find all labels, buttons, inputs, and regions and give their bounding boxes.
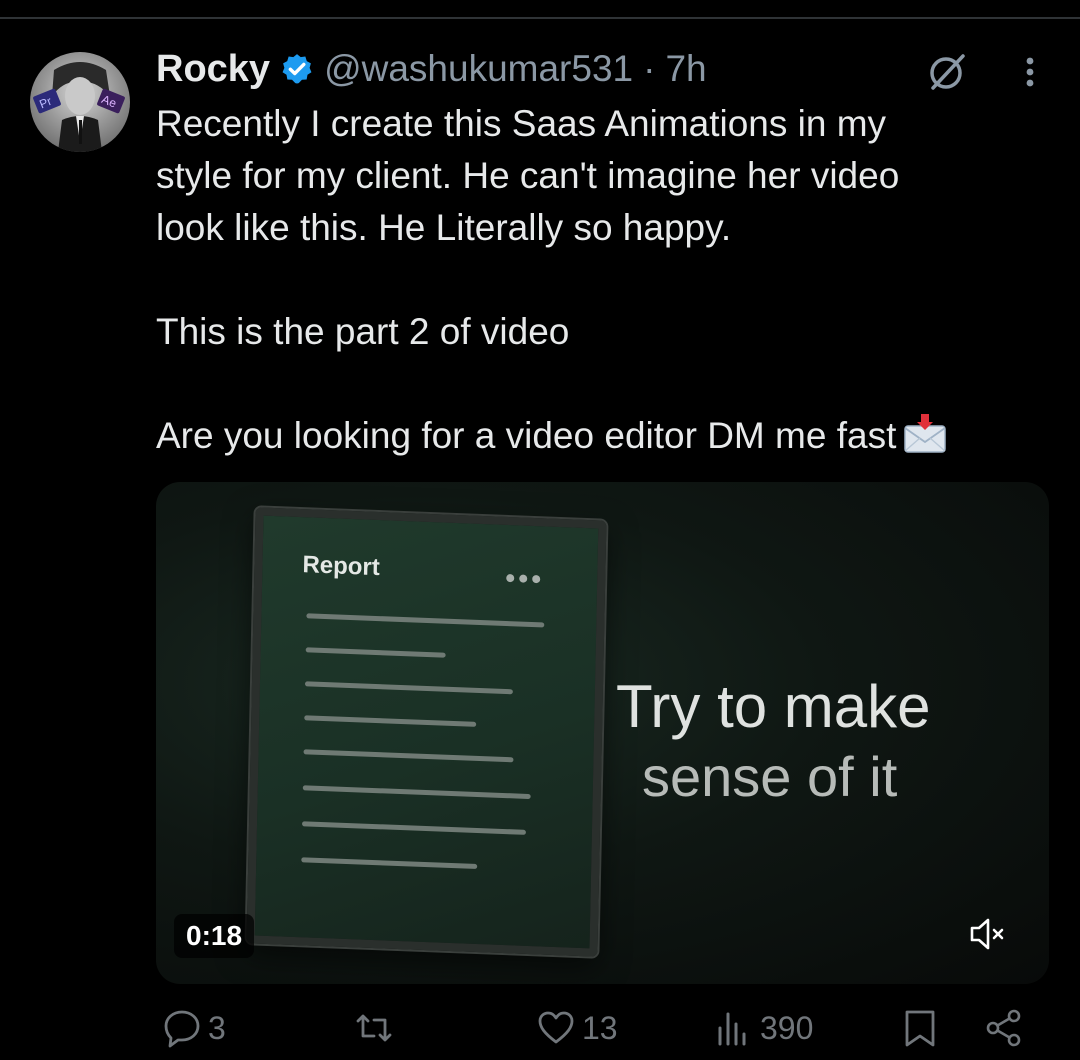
report-line [301, 821, 526, 835]
timestamp[interactable]: 7h [665, 48, 706, 90]
repost-icon [356, 1014, 392, 1042]
handle[interactable]: @washukumar531 [324, 48, 633, 90]
grok-icon[interactable] [925, 50, 969, 94]
tweet-text-paragraph: Are you looking for a video editor DM me… [156, 410, 1056, 462]
report-card: Report [246, 507, 607, 957]
report-line [304, 681, 513, 695]
reply-icon [164, 1010, 200, 1048]
reply-button[interactable]: 3 [162, 1008, 226, 1048]
report-line [306, 613, 545, 628]
reply-count: 3 [208, 1009, 226, 1046]
report-line [302, 785, 531, 800]
report-line [303, 749, 514, 763]
top-divider [0, 17, 1080, 19]
video-player[interactable]: Report Try to make sense of it 0:18 [156, 482, 1049, 984]
tweet-text-line: look like this. He Literally so happy. [156, 207, 732, 248]
header-separator: · [643, 48, 656, 89]
tweet-text-cta: Are you looking for a video editor DM me… [156, 415, 897, 456]
report-more-dots-icon [506, 569, 545, 588]
tweet-header: Rocky @washukumar531 · 7h [156, 44, 707, 94]
tweet-text-paragraph: This is the part 2 of video [156, 311, 570, 352]
like-count: 13 [582, 1009, 618, 1046]
avatar[interactable]: Pr Ae [30, 52, 130, 152]
tweet-text: Recently I create this Saas Animations i… [156, 98, 1056, 462]
views-button[interactable]: 390 [714, 1008, 813, 1048]
report-line [304, 715, 477, 727]
tweet-text-line: style for my client. He can't imagine he… [156, 155, 900, 196]
heart-icon [538, 1011, 574, 1044]
share-button[interactable] [984, 1008, 1024, 1048]
verified-badge-icon [282, 54, 312, 84]
views-count: 390 [760, 1009, 814, 1046]
like-button[interactable]: 13 [536, 1008, 618, 1048]
report-line [301, 857, 478, 870]
speaker-muted-icon[interactable] [968, 916, 1008, 952]
share-icon [986, 1009, 1021, 1047]
video-duration-badge: 0:18 [174, 914, 255, 958]
more-dots-icon[interactable] [1012, 52, 1048, 92]
display-name[interactable]: Rocky [156, 48, 270, 91]
report-line [305, 647, 446, 658]
video-overlay-text: Try to make [616, 673, 931, 740]
avatar-image: Pr Ae [33, 62, 125, 152]
report-card-title: Report [302, 551, 381, 582]
video-overlay-text: sense of it [642, 745, 898, 808]
action-bar: 3 13 390 [0, 1008, 1080, 1060]
views-icon [718, 1012, 746, 1046]
incoming-envelope-icon [904, 414, 947, 453]
bookmark-button[interactable] [902, 1008, 938, 1048]
bookmark-icon [905, 1010, 935, 1047]
tweet-text-line: Recently I create this Saas Animations i… [156, 103, 887, 144]
repost-button[interactable] [354, 1008, 400, 1048]
